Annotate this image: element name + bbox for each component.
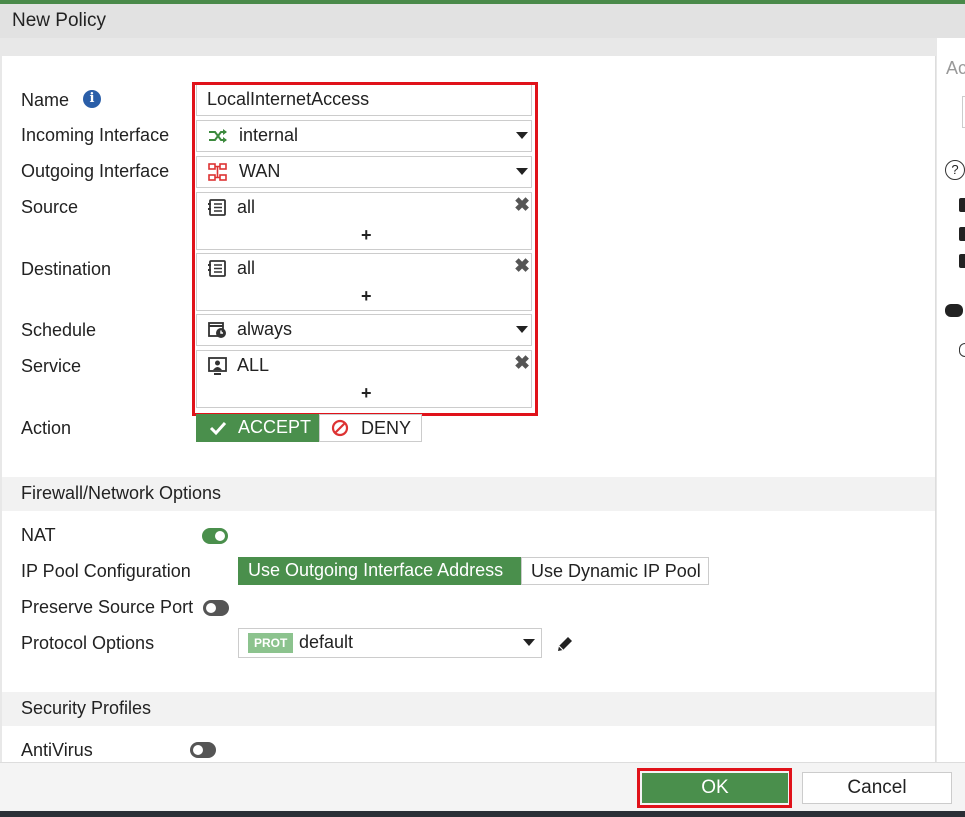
source-value: all xyxy=(237,197,256,217)
use-outgoing-interface-label: Use Outgoing Interface Address xyxy=(248,560,504,580)
bottom-strip xyxy=(0,811,965,817)
comment-icon[interactable] xyxy=(959,343,965,357)
chat-icon[interactable] xyxy=(945,304,963,317)
dialog-title: New Policy xyxy=(12,10,106,31)
antivirus-toggle[interactable] xyxy=(190,742,216,758)
protocol-options-select[interactable]: PROT default xyxy=(238,628,542,658)
preserve-source-port-label: Preserve Source Port xyxy=(21,597,194,617)
destination-field[interactable]: all ✖ + xyxy=(196,253,532,311)
destination-value: all xyxy=(237,258,256,278)
firewall-options-header: Firewall/Network Options xyxy=(2,477,935,511)
remove-source-icon[interactable]: ✖ xyxy=(514,196,530,216)
preserve-source-port-toggle[interactable] xyxy=(203,600,229,616)
name-value: LocalInternetAccess xyxy=(207,89,370,109)
incoming-interface-value: internal xyxy=(239,125,299,145)
chevron-down-icon[interactable] xyxy=(516,168,528,175)
ok-button[interactable]: OK xyxy=(642,773,788,803)
shuffle-icon xyxy=(209,129,227,143)
address-book-icon xyxy=(208,199,226,216)
side-item-icon xyxy=(959,198,965,212)
action-label: Action xyxy=(21,418,72,438)
side-panel: Ac ? xyxy=(937,38,965,762)
outgoing-interface-select[interactable]: WAN xyxy=(196,156,532,188)
add-service-button[interactable]: + xyxy=(361,383,372,404)
protocol-options-label: Protocol Options xyxy=(21,633,155,653)
remove-destination-icon[interactable]: ✖ xyxy=(514,257,530,277)
deny-button[interactable]: DENY xyxy=(319,414,422,442)
pencil-icon[interactable] xyxy=(555,634,575,654)
help-icon[interactable]: ? xyxy=(945,160,965,180)
section-title: Firewall/Network Options xyxy=(21,483,222,503)
deny-label: DENY xyxy=(361,418,412,438)
incoming-interface-label: Incoming Interface xyxy=(21,125,170,145)
schedule-label: Schedule xyxy=(21,320,97,340)
nat-toggle[interactable] xyxy=(202,528,228,544)
checkmark-icon xyxy=(209,421,227,436)
cancel-button[interactable]: Cancel xyxy=(802,772,952,804)
incoming-interface-select[interactable]: internal xyxy=(196,120,532,152)
schedule-select[interactable]: always xyxy=(196,314,532,346)
address-book-icon xyxy=(208,260,226,277)
calendar-clock-icon xyxy=(208,322,226,338)
nat-label: NAT xyxy=(21,525,56,545)
policy-form: Name i LocalInternetAccess Incoming Inte… xyxy=(2,56,936,762)
service-label: Service xyxy=(21,356,82,376)
name-input[interactable]: LocalInternetAccess xyxy=(196,84,532,116)
source-field[interactable]: all ✖ + xyxy=(196,192,532,250)
use-outgoing-interface-button[interactable]: Use Outgoing Interface Address xyxy=(238,557,521,585)
use-dynamic-ip-pool-label: Use Dynamic IP Pool xyxy=(531,561,701,581)
name-label: Name xyxy=(21,90,70,110)
chevron-down-icon[interactable] xyxy=(516,132,528,139)
chevron-down-icon[interactable] xyxy=(516,326,528,333)
side-item-icon xyxy=(959,227,965,241)
protocol-options-value: default xyxy=(299,632,354,652)
outgoing-interface-label: Outgoing Interface xyxy=(21,161,170,181)
schedule-value: always xyxy=(237,319,293,339)
add-destination-button[interactable]: + xyxy=(361,286,372,307)
service-value: ALL xyxy=(237,355,270,375)
prot-badge: PROT xyxy=(248,633,294,653)
section-title: Security Profiles xyxy=(21,698,152,718)
accept-label: ACCEPT xyxy=(238,417,312,437)
outgoing-interface-value: WAN xyxy=(239,161,281,181)
remove-service-icon[interactable]: ✖ xyxy=(514,354,530,374)
add-source-button[interactable]: + xyxy=(361,225,372,246)
side-item-icon xyxy=(959,254,965,268)
antivirus-label: AntiVirus xyxy=(21,740,93,760)
security-profiles-header: Security Profiles xyxy=(2,692,935,726)
source-label: Source xyxy=(21,197,79,217)
service-field[interactable]: ALL ✖ + xyxy=(196,350,532,408)
chevron-down-icon[interactable] xyxy=(523,639,535,646)
side-panel-label: Ac xyxy=(946,58,965,78)
network-icon xyxy=(208,163,227,181)
destination-label: Destination xyxy=(21,259,112,279)
block-icon xyxy=(331,419,349,437)
info-icon[interactable]: i xyxy=(83,90,101,108)
use-dynamic-ip-pool-button[interactable]: Use Dynamic IP Pool xyxy=(521,557,709,585)
ip-pool-label: IP Pool Configuration xyxy=(21,561,191,581)
accept-button[interactable]: ACCEPT xyxy=(196,414,319,442)
service-monitor-icon xyxy=(208,357,227,375)
dialog-titlebar: New Policy xyxy=(0,4,965,38)
